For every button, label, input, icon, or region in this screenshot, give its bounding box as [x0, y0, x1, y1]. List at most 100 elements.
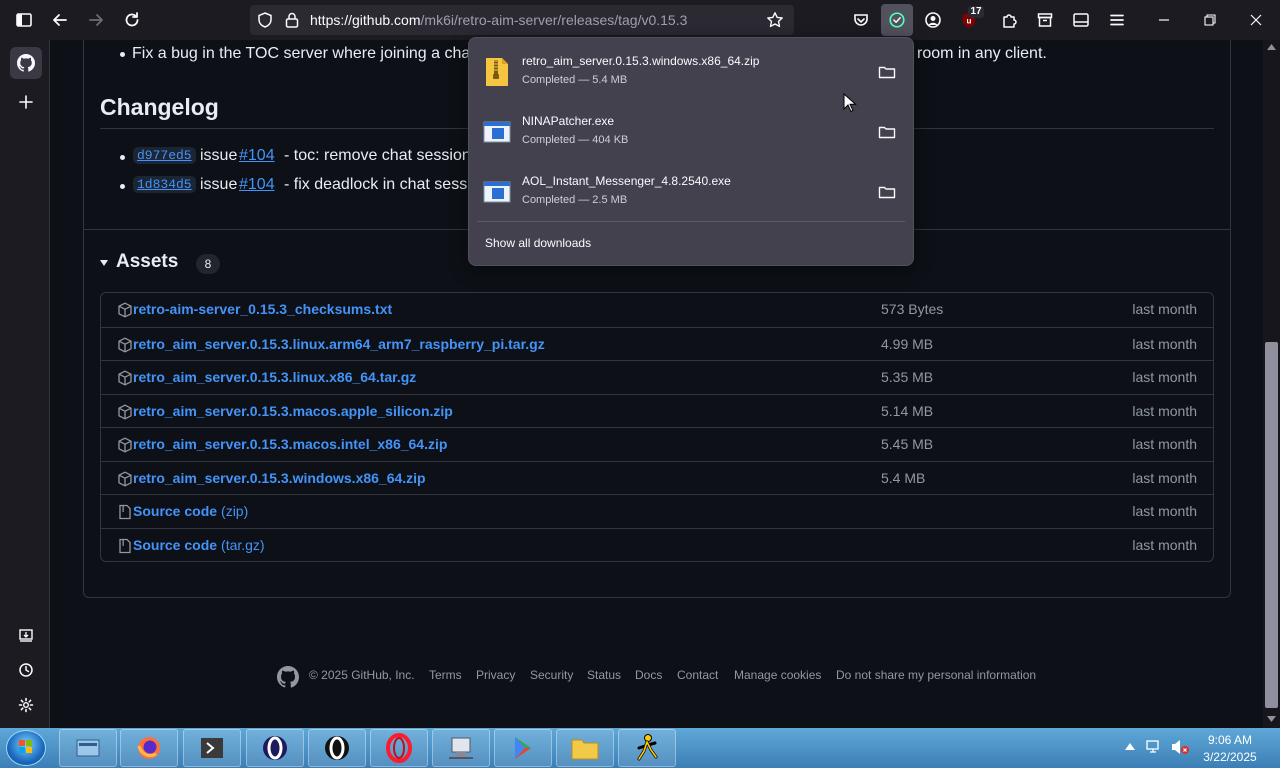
asset-date: last month	[1132, 436, 1197, 452]
asset-link[interactable]: Source code (zip)	[133, 503, 248, 519]
assets-heading[interactable]: Assets	[116, 251, 178, 273]
reload-icon[interactable]	[116, 4, 148, 36]
pocket-icon[interactable]	[845, 4, 877, 36]
back-icon[interactable]	[44, 4, 76, 36]
asset-name: retro_aim_server.0.15.3.linux.arm64_arm7…	[133, 335, 545, 352]
footer-link-contact[interactable]: Contact	[677, 668, 718, 682]
container-icon[interactable]	[1029, 4, 1061, 36]
commit-sha-link[interactable]: d977ed5	[133, 147, 196, 164]
history-icon[interactable]	[10, 654, 42, 686]
asset-link[interactable]: retro_aim_server.0.15.3.windows.x86_64.z…	[133, 470, 426, 486]
clock-time[interactable]: 9:06 AM	[1196, 733, 1264, 747]
asset-link[interactable]: retro_aim_server.0.15.3.macos.apple_sili…	[133, 403, 453, 419]
asset-date: last month	[1132, 503, 1197, 519]
download-item[interactable]: retro_aim_server.0.15.3.windows.x86_64.z…	[477, 44, 905, 100]
account-icon[interactable]	[917, 4, 949, 36]
taskbar-network-app-icon[interactable]	[432, 729, 490, 767]
sidebar-toggle-icon[interactable]	[8, 4, 40, 36]
asset-size: 573 Bytes	[881, 301, 944, 317]
add-panel-icon[interactable]	[10, 86, 42, 118]
downloads-panel: retro_aim_server.0.15.3.windows.x86_64.z…	[468, 37, 914, 266]
network-icon[interactable]	[1146, 738, 1164, 756]
assets-table: retro-aim-server_0.15.3_checksums.txt 573…	[100, 292, 1214, 562]
volume-muted-icon[interactable]	[1170, 738, 1190, 756]
download-filename: retro_aim_server.0.15.3.windows.x86_64.z…	[522, 54, 760, 68]
taskbar-opera-black-icon[interactable]	[308, 729, 366, 767]
taskbar-opera-gx-icon[interactable]	[246, 729, 304, 767]
bullet	[120, 184, 125, 189]
folder-icon[interactable]	[877, 122, 897, 142]
package-icon	[117, 471, 133, 487]
asset-link[interactable]: retro_aim_server.0.15.3.macos.intel_x86_…	[133, 436, 447, 452]
extensions-puzzle-icon[interactable]	[993, 4, 1025, 36]
footer-link-manage-cookies[interactable]: Manage cookies	[734, 668, 821, 682]
asset-size: 5.14 MB	[881, 402, 934, 419]
footer-link-privacy[interactable]: Privacy	[476, 668, 515, 682]
assets-count-badge: 8	[196, 254, 220, 274]
url-text[interactable]: https://github.com/mk6i/retro-aim-server…	[310, 12, 687, 28]
start-button[interactable]	[6, 730, 46, 766]
asset-link[interactable]: retro-aim-server_0.15.3_checksums.txt	[133, 301, 392, 317]
issue-link[interactable]: #104	[239, 147, 275, 165]
sidebar-tabs-icon[interactable]	[10, 619, 42, 651]
forward-icon[interactable]	[80, 4, 112, 36]
settings-gear-icon[interactable]	[10, 689, 42, 721]
github-logo-icon[interactable]	[277, 666, 299, 688]
lock-icon[interactable]	[284, 11, 300, 29]
taskbar-opera-icon[interactable]	[370, 729, 428, 767]
exe-file-icon	[483, 116, 511, 148]
asset-link[interactable]: Source code (tar.gz)	[133, 537, 265, 553]
scroll-down-icon[interactable]	[1267, 716, 1276, 722]
asset-link[interactable]: retro_aim_server.0.15.3.linux.arm64_arm7…	[133, 336, 545, 352]
scrollbar-thumb[interactable]	[1265, 342, 1278, 708]
taskbar-play-store-icon[interactable]	[494, 729, 552, 767]
asset-name: Source code	[133, 536, 218, 553]
extension-badge: 17	[968, 6, 984, 18]
github-icon[interactable]	[10, 47, 42, 79]
url-bar[interactable]: https://github.com/mk6i/retro-aim-server…	[250, 5, 794, 35]
show-all-downloads-button[interactable]: Show all downloads	[485, 236, 591, 250]
asset-date: last month	[1132, 335, 1197, 352]
restore-icon[interactable]	[1190, 4, 1230, 36]
taskbar-terminal-icon[interactable]	[183, 729, 241, 767]
taskbar-firefox-icon[interactable]	[120, 729, 178, 767]
footer-link-status[interactable]: Status	[587, 668, 621, 682]
menu-hamburger-icon[interactable]	[1101, 4, 1133, 36]
scroll-up-icon[interactable]	[1267, 44, 1276, 50]
package-icon	[117, 370, 133, 386]
download-item[interactable]: AOL_Instant_Messenger_4.8.2540.exe Compl…	[477, 164, 905, 220]
download-item[interactable]: NINAPatcher.exe Completed — 404 KB	[477, 104, 905, 160]
package-icon	[117, 302, 133, 318]
triangle-down-icon[interactable]	[99, 258, 109, 268]
package-icon	[117, 404, 133, 420]
issue-link[interactable]: #104	[239, 176, 275, 194]
browser-sidebar	[0, 40, 50, 728]
asset-link[interactable]: retro_aim_server.0.15.3.linux.x86_64.tar…	[133, 369, 416, 385]
downloads-button[interactable]	[881, 4, 913, 36]
taskbar-aim-icon[interactable]	[618, 729, 676, 767]
shield-icon[interactable]	[256, 11, 274, 29]
close-icon[interactable]	[1236, 4, 1276, 36]
asset-date: last month	[1132, 369, 1197, 385]
asset-row: Source code (tar.gz) last month	[101, 527, 1213, 562]
folder-icon[interactable]	[877, 62, 897, 82]
asset-row: Source code (zip) last month	[101, 494, 1213, 528]
footer-link-do-not-share[interactable]: Do not share my personal information	[836, 668, 1036, 682]
show-hidden-icons-icon[interactable]	[1125, 742, 1135, 750]
taskbar-explorer-icon[interactable]	[59, 729, 117, 767]
footer-link-terms[interactable]: Terms	[429, 668, 462, 682]
footer-link-docs[interactable]: Docs	[635, 668, 662, 682]
clock-date[interactable]: 3/22/2025	[1196, 750, 1264, 764]
folder-icon[interactable]	[877, 182, 897, 202]
footer-link-security[interactable]: Security	[530, 668, 573, 682]
minimize-icon[interactable]	[1144, 4, 1184, 36]
download-complete-icon	[888, 11, 906, 29]
taskbar-folder-icon[interactable]	[556, 729, 614, 767]
commit-sha-link[interactable]: 1d834d5	[133, 176, 196, 193]
package-icon	[117, 337, 133, 353]
reader-view-icon[interactable]	[1065, 4, 1097, 36]
download-filename: AOL_Instant_Messenger_4.8.2540.exe	[522, 174, 731, 188]
asset-row: retro_aim_server.0.15.3.linux.x86_64.tar…	[101, 360, 1213, 394]
bookmark-star-icon[interactable]	[766, 11, 784, 29]
asset-row: retro-aim-server_0.15.3_checksums.txt 573…	[101, 293, 1213, 327]
